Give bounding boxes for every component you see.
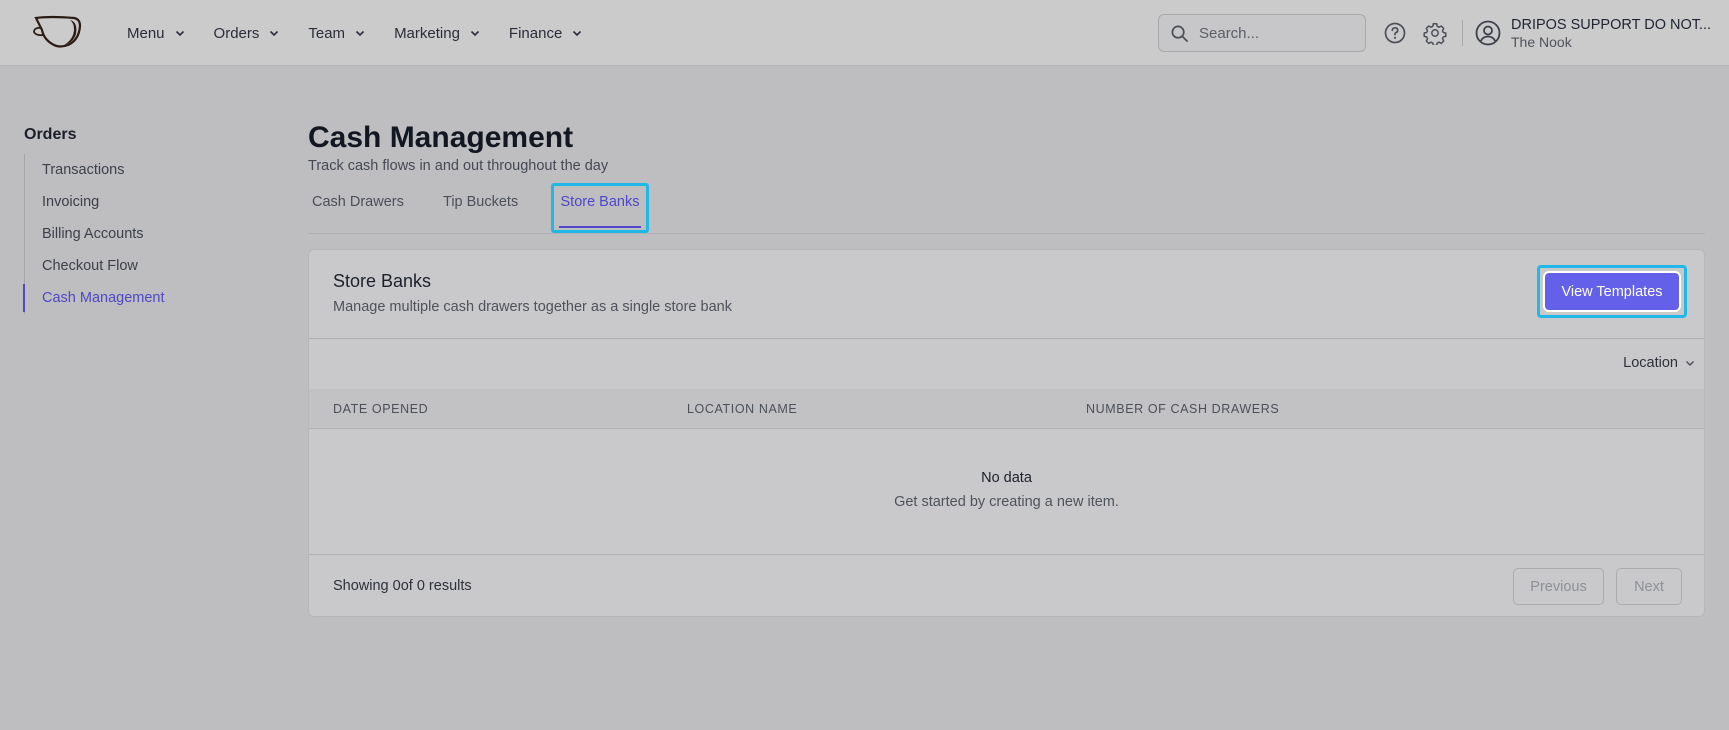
nav-team-label: Team [308, 24, 346, 42]
chevron-down-icon [175, 30, 184, 37]
empty-state-subtitle: Get started by creating a new item. [894, 494, 1119, 510]
sidebar-title: Orders [24, 126, 77, 143]
view-templates-highlight: View Templates [1537, 265, 1687, 318]
active-tab-underline [559, 226, 641, 228]
empty-state-title: No data [981, 470, 1032, 486]
pagination: Showing 0of 0 results Previous Next [309, 555, 1704, 616]
tab-bar: Cash Drawers Tip Buckets Store Banks [308, 183, 1705, 234]
tab-tip-buckets[interactable]: Tip Buckets [443, 194, 518, 210]
gear-icon[interactable] [1423, 21, 1447, 45]
help-icon[interactable] [1383, 21, 1407, 45]
chevron-down-icon [470, 30, 479, 37]
tab-cash-drawers[interactable]: Cash Drawers [312, 194, 404, 210]
location-filter-label: Location [1623, 355, 1678, 371]
page-title: Cash Management [308, 121, 574, 154]
nav-menu[interactable]: Menu [127, 25, 186, 42]
nav-finance-label: Finance [508, 24, 563, 42]
next-button[interactable]: Next [1616, 568, 1682, 605]
navbar-divider [1462, 20, 1463, 46]
card-title: Store Banks [333, 271, 432, 291]
nav-orders-label: Orders [213, 24, 260, 42]
sidebar-item-transactions[interactable]: Transactions [25, 154, 244, 186]
page-subtitle: Track cash flows in and out throughout t… [308, 158, 609, 174]
location-filter[interactable]: Location [1623, 355, 1696, 371]
sidebar-nav: Transactions Invoicing Billing Accounts … [23, 154, 244, 314]
nav-menu-label: Menu [127, 24, 165, 42]
nav-orders[interactable]: Orders [214, 25, 281, 42]
tab-store-banks-highlight: Store Banks [551, 183, 649, 233]
nav-finance[interactable]: Finance [509, 25, 583, 42]
sidebar-item-cash-management[interactable]: Cash Management [23, 282, 244, 314]
top-navbar: Menu Orders Team Marketing Finance Searc… [0, 0, 1729, 66]
column-header-location-name[interactable]: LOCATION NAME [687, 402, 797, 416]
user-location: The Nook [1511, 34, 1572, 50]
filter-row: Location [309, 339, 1704, 389]
table-header: DATE OPENED LOCATION NAME NUMBER OF CASH… [309, 389, 1704, 429]
view-templates-button[interactable]: View Templates [1543, 271, 1681, 312]
user-avatar-icon[interactable] [1475, 20, 1501, 46]
nav-team[interactable]: Team [308, 25, 366, 42]
chevron-down-icon [1686, 361, 1694, 366]
search-icon [1171, 25, 1188, 42]
nav-marketing-label: Marketing [394, 24, 460, 42]
column-header-date-opened[interactable]: DATE OPENED [333, 402, 428, 416]
nav-marketing[interactable]: Marketing [394, 25, 481, 42]
sidebar-item-checkout-flow[interactable]: Checkout Flow [25, 250, 244, 282]
card-header: Store Banks Manage multiple cash drawers… [309, 250, 1704, 339]
search-box[interactable] [1158, 14, 1366, 52]
coffee-cup-logo-icon[interactable] [30, 14, 86, 48]
tab-store-banks[interactable]: Store Banks [554, 194, 646, 210]
sidebar-item-invoicing[interactable]: Invoicing [25, 186, 244, 218]
empty-state: No data Get started by creating a new it… [309, 429, 1704, 555]
chevron-down-icon [573, 30, 582, 37]
previous-button[interactable]: Previous [1513, 568, 1604, 605]
search-input[interactable] [1199, 24, 1349, 42]
chevron-down-icon [355, 30, 365, 37]
chevron-down-icon [270, 30, 279, 37]
column-header-number-of-cash-drawers[interactable]: NUMBER OF CASH DRAWERS [1086, 402, 1279, 416]
card-description: Manage multiple cash drawers together as… [333, 299, 732, 315]
sidebar-item-billing-accounts[interactable]: Billing Accounts [25, 218, 244, 250]
user-name[interactable]: DRIPOS SUPPORT DO NOT... [1511, 17, 1711, 33]
store-banks-card: Store Banks Manage multiple cash drawers… [308, 249, 1705, 617]
results-count: Showing 0of 0 results [333, 578, 472, 594]
main-nav: Menu Orders Team Marketing Finance [127, 0, 611, 66]
